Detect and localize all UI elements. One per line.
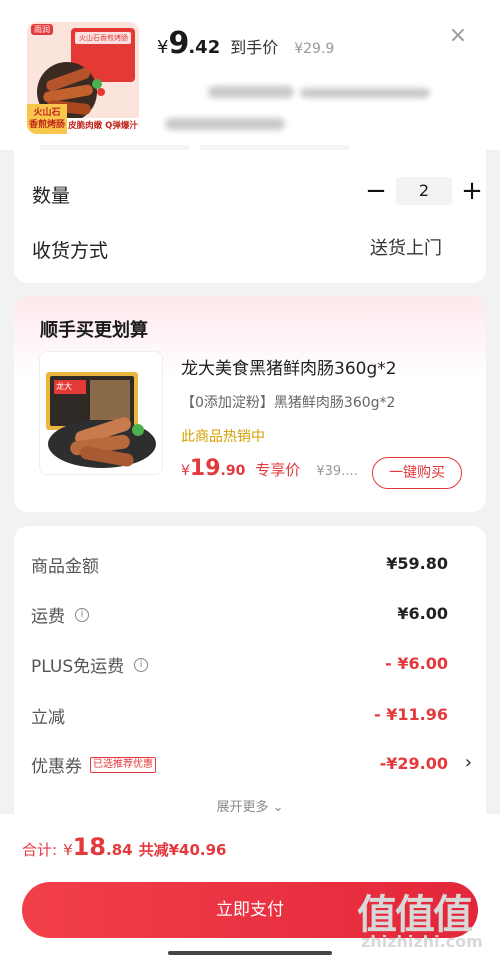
blurred-spec-line-3 (165, 118, 285, 130)
summary-row-goods-amount: 商品金额 ¥59.80 (31, 552, 472, 580)
product-sheet: 雨润 火山石香煎烤肠 火山石 香煎烤肠 皮脆肉嫩 Q弹爆汁 ¥ 9 .42 到手… (0, 0, 500, 157)
quantity-input[interactable]: 2 (396, 177, 452, 205)
upsell-title: 顺手买更划算 (40, 320, 148, 341)
hot-sale-label: 此商品热销中 (181, 429, 265, 445)
summary-label-wrap: 优惠券 已选推荐优惠 (31, 752, 156, 777)
summary-row-coupon[interactable]: 优惠券 已选推荐优惠 -¥29.00 › (31, 752, 472, 780)
upsell-price-currency: ¥ (181, 463, 190, 479)
quantity-minus-button[interactable]: − (364, 178, 388, 204)
summary-value: ¥59.80 (386, 554, 448, 573)
total-integer: 18 (72, 833, 107, 861)
original-price: ¥29.9 (294, 41, 335, 57)
price-label: 到手价 (230, 38, 279, 57)
one-click-buy-button[interactable]: 一键购买 (372, 457, 462, 489)
shipping-method[interactable]: 送货上门 (370, 234, 442, 260)
summary-label: PLUS免运费 (31, 657, 125, 677)
info-icon[interactable]: i (134, 657, 149, 672)
summary-label: 立减 (31, 708, 65, 728)
info-icon[interactable]: i (75, 607, 89, 622)
summary-row-plus-free-shipping: PLUS免运费 i - ¥6.00 (31, 652, 472, 680)
home-indicator[interactable] (168, 951, 332, 955)
chevron-right-icon[interactable]: › (465, 752, 472, 773)
summary-label: 优惠券 (31, 757, 82, 777)
watermark: 值值值 zhizhizhi.com (357, 882, 492, 962)
selling-point-label: 皮脆肉嫩 Q弹爆汁 (67, 118, 139, 134)
total-line: 合计: ¥ 18 .84 共减¥40.96 (22, 833, 226, 861)
shipping-label: 收货方式 (32, 240, 109, 262)
blurred-spec-line-1 (208, 86, 294, 98)
summary-label: 运费 (31, 607, 65, 627)
upsell-original-price: ¥39.... (316, 464, 358, 479)
close-button[interactable]: × (447, 23, 469, 48)
upsell-image-tag: 龙大 (56, 382, 72, 391)
close-icon: × (448, 23, 468, 48)
quantity-plus-button[interactable]: + (460, 178, 484, 204)
upsell-price: ¥ 19 .90 专享价 ¥39.... (181, 456, 358, 481)
upsell-product-image[interactable]: 龙大 (39, 351, 163, 475)
total-label: 合计: (22, 841, 58, 859)
corner-label-text: 火山石 香煎烤肠 (28, 108, 65, 130)
quantity-label: 数量 (32, 185, 71, 207)
brand-tag: 雨润 (31, 24, 53, 35)
upsell-image (40, 352, 162, 474)
blurred-spec-line-2 (300, 88, 430, 98)
upsell-price-decimal: .90 (220, 463, 246, 479)
expand-more-link[interactable]: 展开更多 ⌄ (14, 796, 486, 815)
coupon-recommended-tag: 已选推荐优惠 (90, 756, 156, 773)
summary-label-wrap: PLUS免运费 i (31, 652, 149, 677)
price-decimal: .42 (188, 37, 221, 58)
summary-label-wrap: 运费 i (31, 602, 89, 627)
upsell-price-integer: 19 (189, 456, 221, 481)
product-thumbnail: 雨润 火山石香煎烤肠 火山石 香煎烤肠 皮脆肉嫩 Q弹爆汁 (27, 22, 139, 134)
quantity-card: 数量 − 2 + 收货方式 送货上门 (14, 150, 486, 283)
summary-value: - ¥11.96 (374, 705, 448, 724)
corner-label: 火山石 香煎烤肠 (27, 104, 67, 134)
upsell-product-name[interactable]: 龙大美食黑猪鲜肉肠360g*2 (181, 354, 397, 379)
summary-value: -¥29.00 (379, 754, 448, 773)
summary-row-shipping-fee: 运费 i ¥6.00 (31, 602, 472, 630)
total-currency: ¥ (63, 841, 73, 859)
total-saved: 共减¥40.96 (138, 841, 227, 859)
upsell-product-subtitle: 【0添加淀粉】黑猪鲜肉肠360g*2 (181, 395, 396, 411)
watermark-url: zhizhizhi.com (361, 932, 483, 951)
upsell-price-label: 专享价 (255, 461, 301, 479)
summary-value: - ¥6.00 (385, 654, 448, 673)
package-text: 火山石香煎烤肠 (79, 34, 128, 42)
summary-value: ¥6.00 (397, 604, 448, 623)
order-summary-card: 商品金额 ¥59.80 运费 i ¥6.00 PLUS免运费 i - ¥6.00… (14, 526, 486, 826)
quantity-stepper: − 2 + (364, 177, 484, 205)
price-block: ¥ 9 .42 到手价 ¥29.9 (157, 26, 334, 61)
upsell-card: 顺手买更划算 龙大 龙大美食黑猪鲜肉肠360g*2 【0添加淀粉】黑猪鲜肉肠36… (14, 296, 486, 512)
summary-label: 商品金额 (31, 557, 99, 577)
price-currency: ¥ (157, 37, 169, 58)
price-integer: 9 (168, 26, 189, 61)
summary-row-instant-discount: 立减 - ¥11.96 (31, 703, 472, 731)
total-decimal: .84 (106, 841, 133, 859)
